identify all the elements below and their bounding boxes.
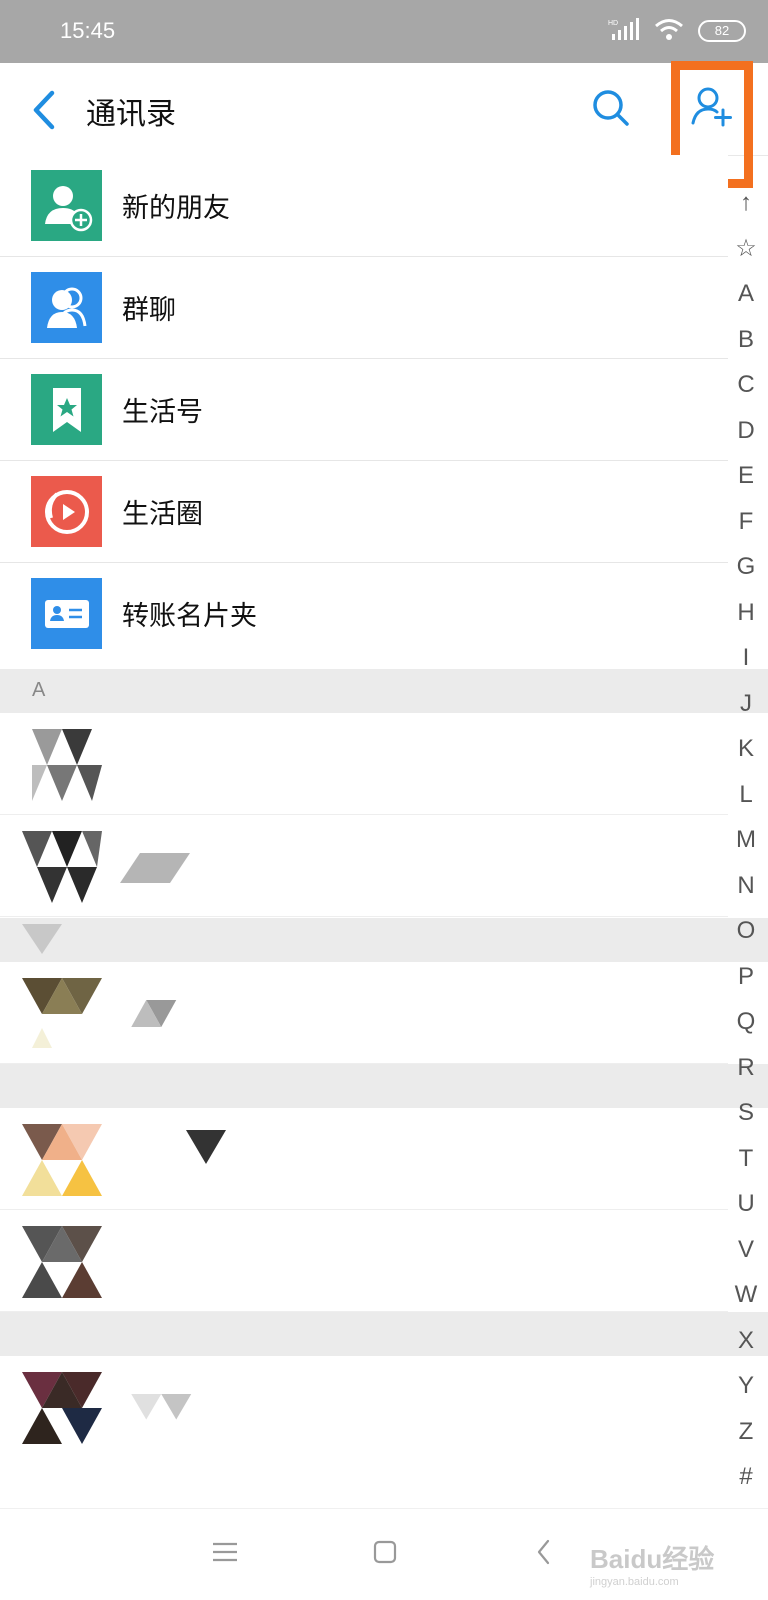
list-item-new-friends[interactable]: 新的朋友 — [0, 155, 728, 257]
status-icons: HD 82 — [608, 18, 746, 44]
index-letter[interactable]: S — [728, 1090, 764, 1136]
index-letter[interactable]: M — [728, 817, 764, 863]
avatar — [22, 831, 102, 903]
index-letter[interactable]: # — [728, 1454, 764, 1500]
search-icon — [593, 90, 629, 126]
avatar — [22, 1226, 102, 1298]
index-letter[interactable]: L — [728, 772, 764, 818]
section-letter-obscured — [22, 924, 62, 954]
section-header-a: A — [0, 669, 768, 713]
chevron-left-icon — [537, 1539, 550, 1565]
system-nav-bar: Baidu经验 jingyan.baidu.com — [0, 1508, 768, 1600]
list-item-label: 群聊 — [122, 295, 176, 326]
contact-badge-obscured — [186, 1130, 226, 1164]
contact-row[interactable] — [0, 1356, 728, 1458]
section-header — [0, 1312, 768, 1356]
alphabet-index[interactable]: ↑ ☆ A B C D E F G H I J K L M N O P Q R … — [728, 180, 764, 1500]
index-letter[interactable]: P — [728, 954, 764, 1000]
home-square-icon — [373, 1540, 397, 1564]
contact-row[interactable] — [0, 815, 728, 917]
list-item-life-circle[interactable]: 生活圈 — [0, 461, 728, 563]
index-letter[interactable]: A — [728, 271, 764, 317]
list-item-label: 新的朋友 — [122, 193, 230, 224]
index-letter[interactable]: D — [728, 408, 764, 454]
network-label: HD — [608, 20, 618, 27]
add-friend-icon — [31, 170, 102, 241]
status-bar: 15:45 HD 82 — [0, 0, 768, 63]
back-button[interactable] — [26, 87, 66, 133]
list-item-life-account[interactable]: 生活号 — [0, 359, 728, 461]
contact-row[interactable] — [0, 1108, 728, 1210]
list-item-label: 生活圈 — [122, 499, 203, 530]
life-circle-icon — [31, 476, 102, 547]
index-letter[interactable]: E — [728, 453, 764, 499]
avatar — [22, 1124, 102, 1196]
index-letter[interactable]: H — [728, 590, 764, 636]
index-letter[interactable]: Z — [728, 1409, 764, 1455]
contact-name-obscured — [120, 853, 190, 883]
chevron-left-icon — [33, 90, 55, 130]
home-button[interactable] — [370, 1539, 410, 1569]
index-letter[interactable]: O — [728, 908, 764, 954]
battery-indicator: 82 — [698, 20, 746, 42]
index-letter[interactable]: W — [728, 1272, 764, 1318]
list-item-group-chat[interactable]: 群聊 — [0, 257, 728, 359]
group-chat-icon — [31, 272, 102, 343]
index-letter[interactable]: Y — [728, 1363, 764, 1409]
avatar — [22, 1372, 102, 1444]
index-letter[interactable]: ☆ — [728, 226, 764, 272]
contact-row[interactable] — [0, 713, 728, 815]
index-letter[interactable]: B — [728, 317, 764, 363]
system-back-button[interactable] — [530, 1539, 570, 1569]
contact-row[interactable] — [0, 962, 728, 1064]
index-letter[interactable]: V — [728, 1227, 764, 1273]
index-letter[interactable]: Q — [728, 999, 764, 1045]
status-time: 15:45 — [60, 18, 116, 43]
index-letter[interactable]: C — [728, 362, 764, 408]
index-letter[interactable]: K — [728, 726, 764, 772]
watermark-sub: jingyan.baidu.com — [590, 1576, 679, 1588]
list-item-label: 生活号 — [122, 397, 203, 428]
top-app-bar: 通讯录 — [0, 63, 768, 156]
index-letter[interactable]: ↑ — [728, 180, 764, 226]
list-item-label: 转账名片夹 — [122, 601, 257, 632]
signal-icon: HD — [608, 18, 640, 44]
contact-name-obscured — [131, 1000, 177, 1027]
bookmark-star-icon — [31, 374, 102, 445]
menu-icon — [213, 1542, 237, 1562]
avatar — [22, 978, 102, 1048]
watermark-main: Baidu经验 — [590, 1544, 715, 1574]
menu-button[interactable] — [210, 1539, 250, 1569]
index-letter[interactable]: N — [728, 863, 764, 909]
avatar — [32, 729, 102, 801]
index-letter[interactable]: I — [728, 635, 764, 681]
index-letter[interactable]: G — [728, 544, 764, 590]
contact-name-obscured — [131, 1394, 192, 1420]
search-button[interactable] — [590, 87, 632, 129]
index-letter[interactable]: J — [728, 681, 764, 727]
section-header — [0, 918, 768, 962]
section-letter: A — [32, 679, 46, 701]
page-title: 通讯录 — [86, 97, 176, 132]
index-letter[interactable]: T — [728, 1136, 764, 1182]
watermark: Baidu经验 jingyan.baidu.com — [590, 1539, 714, 1588]
section-header — [0, 1064, 768, 1108]
index-letter[interactable]: R — [728, 1045, 764, 1091]
card-holder-icon — [31, 578, 102, 649]
contact-row[interactable] — [0, 1210, 728, 1312]
index-letter[interactable]: F — [728, 499, 764, 545]
index-letter[interactable]: U — [728, 1181, 764, 1227]
wifi-icon — [654, 18, 684, 44]
list-item-card-holder[interactable]: 转账名片夹 — [0, 563, 728, 665]
index-letter[interactable]: X — [728, 1318, 764, 1364]
